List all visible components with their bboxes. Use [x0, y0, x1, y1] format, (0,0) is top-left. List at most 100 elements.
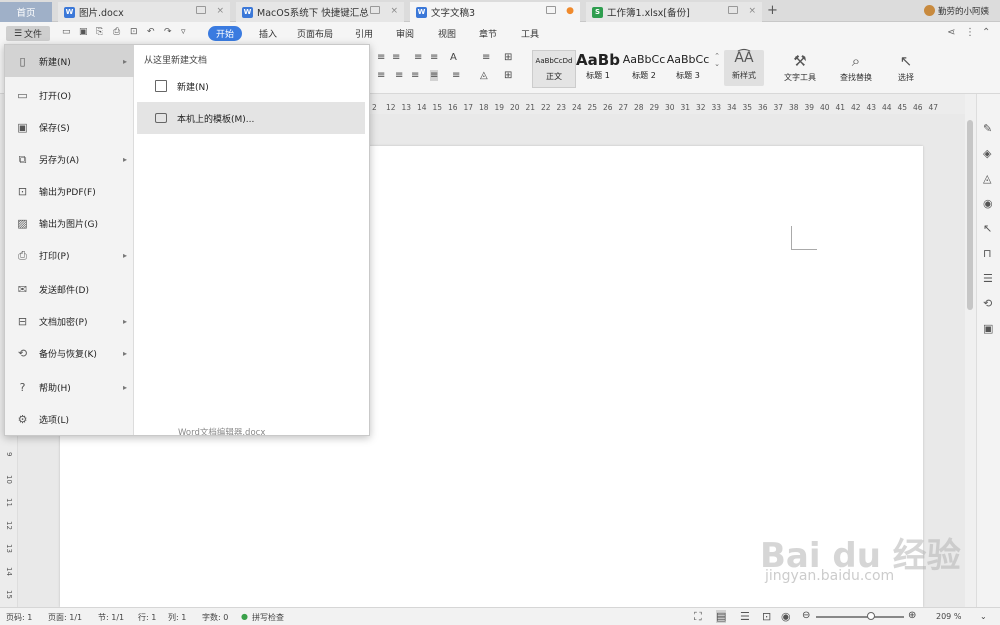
ribbon-tab-3[interactable]: 引用	[355, 27, 373, 40]
style-1[interactable]: AaBb 标题 1	[576, 50, 620, 88]
zoom-level[interactable]: 209 %	[936, 612, 961, 621]
file-menu-item-1[interactable]: ▭ 打开(O)	[5, 79, 134, 111]
undo-icon[interactable]: ↶	[147, 27, 155, 37]
tab-2[interactable]: W MacOS系统下 快捷键汇总 ×	[236, 2, 404, 22]
new-style-button[interactable]: A͡A 新样式	[724, 50, 764, 86]
paragraph-tool-icon[interactable]: ≡	[452, 70, 460, 81]
pin-icon[interactable]	[370, 6, 380, 14]
ruler-tick-label: 19	[494, 103, 505, 112]
paragraph-tool-icon[interactable]: ≡	[377, 70, 385, 81]
new-tab-button[interactable]: +	[767, 3, 778, 18]
ribbon-tab-0[interactable]: 开始	[208, 26, 243, 41]
unsaved-dot-icon[interactable]: ●	[566, 6, 574, 16]
paragraph-tool-icon[interactable]: ≡	[392, 52, 400, 63]
export-icon[interactable]: ⎘	[96, 27, 103, 37]
file-menu-item-7[interactable]: ✉ 发送邮件(D)	[5, 273, 134, 305]
avatar[interactable]	[924, 5, 935, 16]
redo-icon[interactable]: ↷	[164, 27, 172, 37]
paragraph-tool-icon[interactable]: ◬	[480, 70, 488, 81]
open-icon[interactable]: ▭	[62, 27, 71, 37]
settings-icon[interactable]: ☰	[983, 272, 993, 285]
submenu-local-templates[interactable]: 本机上的模板(M)...	[137, 102, 365, 134]
style-0[interactable]: AaBbCcDd 正文	[532, 50, 576, 88]
tab-1[interactable]: W 图片.docx ×	[58, 2, 230, 22]
file-menu-item-4[interactable]: ⊡ 输出为PDF(F)	[5, 175, 134, 207]
file-menu-item-3[interactable]: ⧉ 另存为(A) ▸	[5, 143, 134, 175]
pin-icon[interactable]	[728, 6, 738, 14]
paragraph-tool-icon[interactable]: ≡	[411, 70, 419, 81]
outline-icon[interactable]: ☰	[740, 610, 750, 623]
spell-check-icon[interactable]: ●	[241, 612, 248, 621]
file-menu-item-2[interactable]: ▣ 保存(S)	[5, 111, 134, 143]
save-icon[interactable]: ▣	[79, 27, 88, 37]
paragraph-tool-icon[interactable]: ≡	[395, 70, 403, 81]
file-menu-item-10[interactable]: ? 帮助(H) ▸	[5, 371, 134, 403]
ribbon-tab-5[interactable]: 视图	[438, 27, 456, 40]
ruler-tick-label: 37	[773, 103, 784, 112]
file-menu-item-9[interactable]: ⟲ 备份与恢复(K) ▸	[5, 337, 134, 369]
vertical-scrollbar[interactable]	[965, 94, 976, 607]
style-3[interactable]: AaBbCc 标题 3	[666, 50, 710, 88]
search-button[interactable]: ⌕ 查找替换	[832, 52, 880, 83]
file-menu-item-5[interactable]: ▨ 输出为图片(G)	[5, 207, 134, 239]
paragraph-tool-icon[interactable]: ⊞	[504, 52, 512, 63]
pin-icon[interactable]	[546, 6, 556, 14]
ruler-tick-label: 32	[696, 103, 706, 112]
submenu-new[interactable]: 新建(N)	[137, 70, 365, 102]
zoom-dropdown-icon[interactable]: ⌄	[980, 612, 987, 621]
eye-icon[interactable]: ◉	[781, 610, 791, 623]
more-icon[interactable]: ⋮	[965, 27, 975, 38]
paragraph-tool-icon[interactable]: ≡	[430, 52, 438, 63]
paragraph-tool-icon[interactable]: ≡	[482, 52, 490, 63]
zoom-in-icon[interactable]: ⊕	[908, 610, 916, 621]
close-icon[interactable]: ×	[748, 6, 756, 16]
customize-icon[interactable]: ▿	[181, 27, 186, 37]
paragraph-tool-icon[interactable]: A	[450, 52, 457, 63]
web-view-icon[interactable]: ⊡	[762, 610, 771, 623]
collapse-icon[interactable]: ⌃	[982, 27, 990, 38]
navigate-icon[interactable]: ◉	[983, 197, 993, 210]
page-view-icon[interactable]: ▤	[716, 610, 727, 623]
lock-icon[interactable]: ⊓	[983, 247, 992, 260]
zoom-slider-thumb[interactable]	[867, 612, 875, 620]
zoom-out-icon[interactable]: ⊖	[802, 610, 810, 621]
print-icon[interactable]: ⎙	[113, 27, 120, 37]
fill-icon[interactable]: ◬	[983, 172, 991, 185]
tab-0[interactable]: 首页	[0, 2, 52, 22]
styles-scroll-icon[interactable]: ⌃⌄	[713, 52, 721, 68]
pointer-icon[interactable]: ↖	[983, 222, 992, 235]
file-menu-item-11[interactable]: ⚙ 选项(L)	[5, 403, 134, 435]
file-menu-item-8[interactable]: ⊟ 文档加密(P) ▸	[5, 305, 134, 337]
preview-icon[interactable]: ⊡	[130, 27, 138, 37]
tab-3[interactable]: W 文字文稿3 ●	[410, 2, 580, 22]
ribbon-tab-1[interactable]: 插入	[259, 27, 277, 40]
image-icon[interactable]: ▣	[983, 322, 993, 335]
style-2[interactable]: AaBbCc 标题 2	[622, 50, 666, 88]
wrench-button[interactable]: ⚒ 文字工具	[776, 52, 824, 83]
spell-check-button[interactable]: 拼写检查	[252, 612, 284, 623]
edit-icon[interactable]: ✎	[983, 122, 992, 135]
user-name[interactable]: 勤劳的小阿姨	[938, 5, 989, 17]
file-menu-item-0[interactable]: ▯ 新建(N) ▸	[5, 45, 134, 77]
file-menu-item-6[interactable]: ⎙ 打印(P) ▸	[5, 239, 134, 271]
ribbon-tab-4[interactable]: 审阅	[396, 27, 414, 40]
pin-icon[interactable]	[196, 6, 206, 14]
cursor-button[interactable]: ↖ 选择	[882, 52, 930, 83]
ribbon-tab-7[interactable]: 工具	[521, 27, 539, 40]
zoom-slider[interactable]	[816, 616, 904, 618]
fullscreen-icon[interactable]: ⛶	[694, 610, 702, 624]
file-menu-button[interactable]: ☰ 文件	[6, 26, 50, 41]
ribbon-tab-6[interactable]: 章节	[479, 27, 497, 40]
paragraph-tool-icon[interactable]: ≡	[430, 70, 439, 81]
close-icon[interactable]: ×	[216, 6, 224, 16]
ribbon-tab-2[interactable]: 页面布局	[297, 27, 333, 40]
paragraph-tool-icon[interactable]: ≡	[377, 52, 385, 63]
close-icon[interactable]: ×	[390, 6, 398, 16]
scroll-thumb[interactable]	[967, 120, 973, 310]
share-icon[interactable]: ⋖	[947, 27, 955, 38]
tab-4[interactable]: S 工作簿1.xlsx[备份] ×	[586, 2, 762, 22]
paragraph-tool-icon[interactable]: ⊞	[504, 70, 512, 81]
history-icon[interactable]: ⟲	[983, 297, 992, 310]
shapes-icon[interactable]: ◈	[983, 147, 991, 160]
paragraph-tool-icon[interactable]: ≡	[414, 52, 422, 63]
